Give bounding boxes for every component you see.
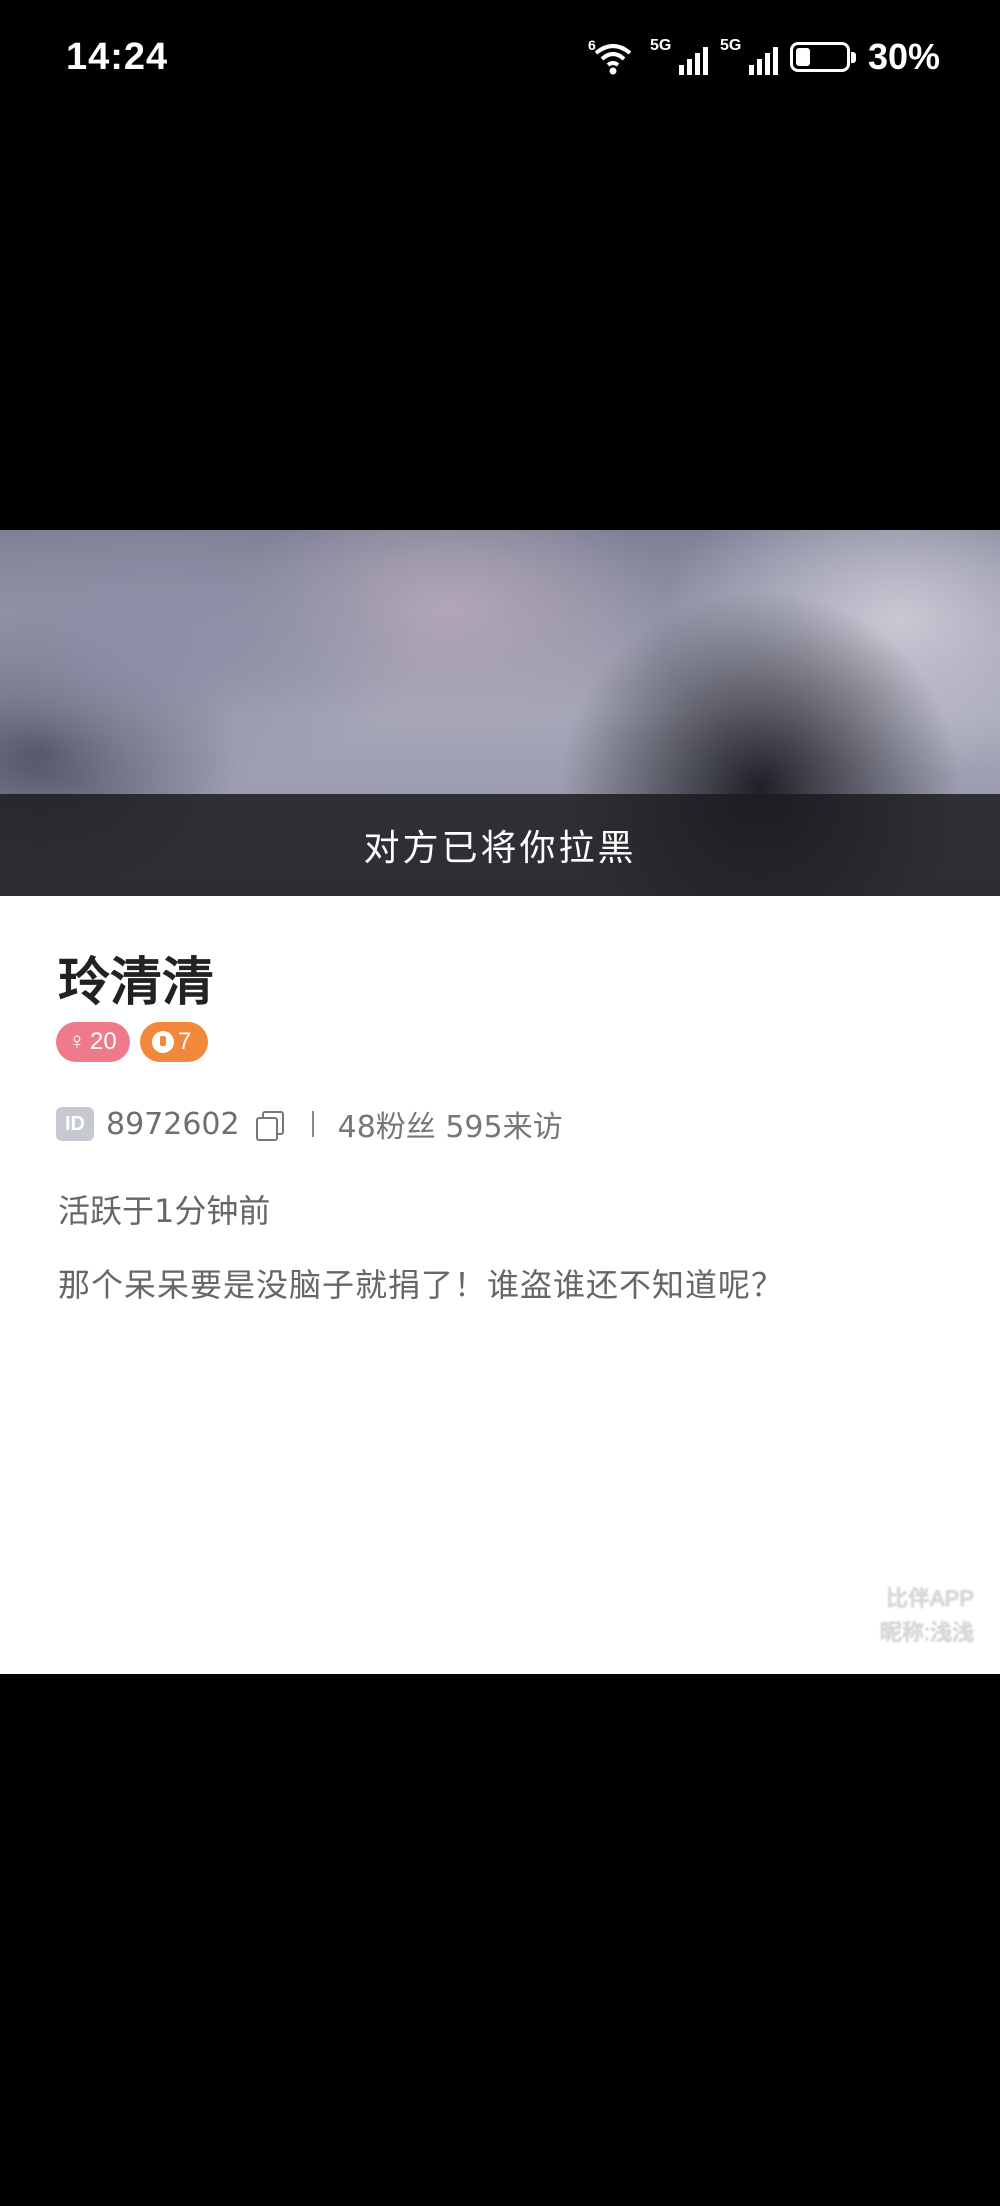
battery-icon bbox=[789, 42, 856, 72]
level-value: 7 bbox=[178, 1028, 192, 1055]
battery-fill bbox=[795, 48, 810, 66]
gender-age-badge: ♀ 20 bbox=[56, 1022, 130, 1062]
status-time: 14:24 bbox=[66, 36, 169, 78]
profile-card: 玲清清 ♀ 20 7 ID 8972602 48粉丝 595来访 活跃于1分钟前… bbox=[0, 896, 1000, 1674]
level-icon bbox=[152, 1031, 174, 1053]
status-bar: 14:24 6 5G 5G 30% bbox=[0, 0, 1000, 110]
watermark: 比伴APP 昵称:浅浅 bbox=[880, 1582, 974, 1650]
wifi-icon: 6 bbox=[588, 37, 638, 77]
profile-bio: 那个呆呆要是没脑子就捐了！谁盗谁还不知道呢？ bbox=[58, 1266, 785, 1304]
user-id: 8972602 bbox=[106, 1106, 240, 1142]
followers-visits: 48粉丝 595来访 bbox=[337, 1110, 563, 1145]
sim2-tag: 5G bbox=[719, 37, 742, 54]
id-stats-row: ID 8972602 48粉丝 595来访 bbox=[56, 1104, 563, 1145]
level-badge: 7 bbox=[140, 1022, 208, 1062]
sim1-tag: 5G bbox=[649, 37, 672, 54]
profile-badges: ♀ 20 7 bbox=[56, 1022, 208, 1062]
female-icon: ♀ bbox=[68, 1028, 86, 1055]
age-value: 20 bbox=[90, 1028, 117, 1055]
profile-name: 玲清清 bbox=[58, 953, 215, 1013]
screen: 14:24 6 5G 5G 30% 对方已将你拉黑 玲清清 ♀ 20 7 ID … bbox=[0, 0, 1000, 2206]
divider bbox=[311, 1111, 314, 1137]
active-status: 活跃于1分钟前 bbox=[58, 1192, 271, 1230]
sim1-signal-icon: 5G bbox=[650, 37, 708, 77]
sim2-signal-icon: 5G bbox=[720, 37, 778, 77]
id-icon: ID bbox=[56, 1107, 94, 1141]
blocked-message: 对方已将你拉黑 bbox=[363, 828, 637, 869]
profile-cover-image: 对方已将你拉黑 bbox=[0, 530, 1000, 896]
status-indicators: 6 5G 5G 30% bbox=[588, 34, 940, 80]
watermark-line1: 比伴APP bbox=[885, 1586, 974, 1611]
watermark-line2: 昵称:浅浅 bbox=[879, 1620, 974, 1645]
blocked-banner: 对方已将你拉黑 bbox=[0, 794, 1000, 896]
copy-icon[interactable] bbox=[254, 1109, 284, 1141]
battery-percent: 30% bbox=[867, 36, 940, 77]
